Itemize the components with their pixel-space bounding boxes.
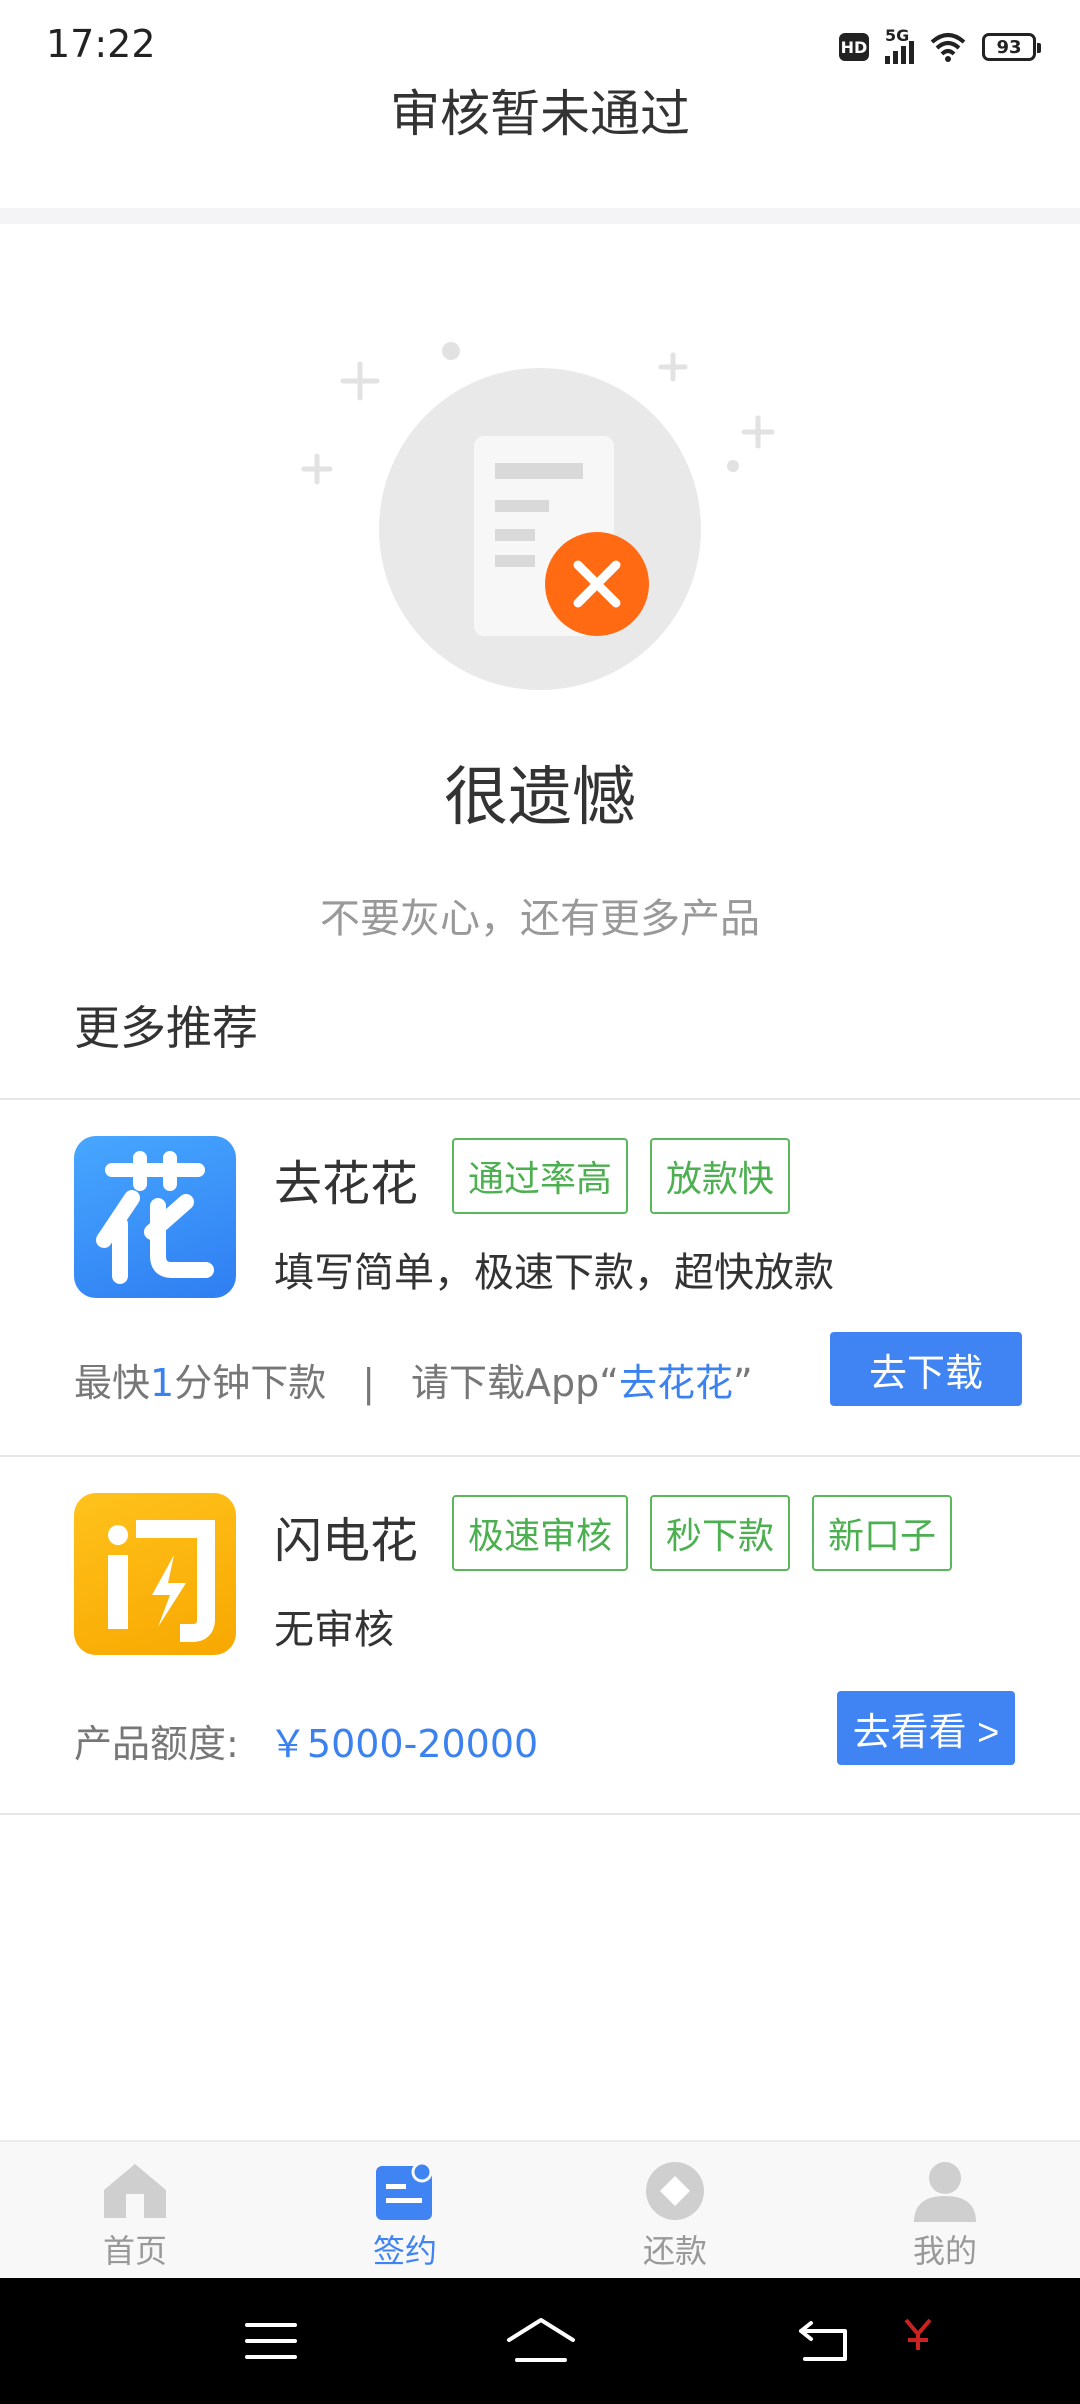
header-divider	[0, 208, 1080, 224]
meta-separator: |	[362, 1361, 376, 1405]
contract-icon	[376, 2161, 433, 2220]
product-tags: 极速审核 秒下款 新口子	[452, 1495, 953, 1571]
tab-home[interactable]: 首页	[0, 2142, 270, 2278]
tab-label: 还款	[642, 2232, 707, 2270]
product-card[interactable]: 闪电花 极速审核 秒下款 新口子 无审核 产品额度: ￥5000-20000 去…	[0, 1455, 1080, 1815]
product-description: 填写简单，极速下款，超快放款	[274, 1250, 834, 1296]
home-icon	[104, 2164, 166, 2218]
product-tag: 放款快	[650, 1138, 791, 1214]
product-meta: 产品额度: ￥5000-20000	[74, 1713, 538, 1768]
lightning-logo-icon	[108, 1520, 215, 1642]
profile-icon	[914, 2162, 976, 2222]
tab-label: 签约	[372, 2232, 437, 2270]
product-tags: 通过率高 放款快	[452, 1138, 791, 1214]
product-tag: 极速审核	[452, 1495, 629, 1571]
repay-icon	[646, 2162, 704, 2220]
tab-profile[interactable]: 我的	[810, 2142, 1080, 2278]
meta-label: 产品额度:	[74, 1722, 239, 1766]
rejected-document-illustration	[301, 342, 775, 690]
product-tag: 秒下款	[650, 1495, 791, 1571]
status-time: 17:22	[46, 22, 156, 66]
home-outline-icon	[507, 2318, 575, 2362]
wifi-icon	[930, 33, 966, 62]
section-title: 更多推荐	[74, 1001, 258, 1055]
product-name: 闪电花	[274, 1513, 419, 1569]
result-title: 很遗憾	[444, 761, 636, 835]
hua-logo-icon	[96, 1151, 214, 1284]
product-tag: 通过率高	[452, 1138, 629, 1214]
menu-icon	[245, 2323, 297, 2359]
app-logo-shandianhua	[74, 1493, 236, 1655]
product-tag: 新口子	[812, 1495, 953, 1571]
product-description: 无审核	[274, 1607, 394, 1653]
bottom-tab-bar: 首页 签约 还款 我的	[0, 2140, 1080, 2278]
meta-download-suffix: ”	[732, 1361, 753, 1405]
tab-label: 首页	[102, 2232, 167, 2270]
hd-icon: HD	[839, 33, 869, 61]
menu-nav-button[interactable]	[236, 2308, 306, 2374]
meta-amount: ￥5000-20000	[268, 1722, 539, 1766]
product-card[interactable]: 去花花 通过率高 放款快 填写简单，极速下款，超快放款 最快1分钟下款 | 请下载A…	[0, 1098, 1080, 1456]
tab-contract[interactable]: 签约	[270, 2142, 540, 2278]
signal-icon: 5G	[885, 26, 914, 64]
page-title: 审核暂未通过	[390, 85, 690, 143]
meta-download-name: 去花花	[618, 1361, 733, 1405]
home-nav-button[interactable]	[505, 2308, 577, 2374]
back-nav-button[interactable]	[790, 2308, 860, 2374]
tab-label: 我的	[912, 2232, 977, 2270]
battery-level: 93	[996, 36, 1022, 58]
status-icons: HD 5G 93	[839, 26, 1041, 64]
meta-highlight: 1	[150, 1361, 175, 1405]
meta-download-prefix: 请下载App“	[411, 1361, 619, 1405]
back-icon	[799, 2321, 847, 2361]
meta-prefix: 最快	[74, 1361, 151, 1405]
tab-repay[interactable]: 还款	[540, 2142, 810, 2278]
download-button[interactable]: 去下载	[830, 1332, 1022, 1406]
app-logo-quhuahua	[74, 1136, 236, 1298]
meta-suffix: 分钟下款	[174, 1361, 327, 1405]
system-nav-bar	[0, 2278, 1080, 2404]
network-type: 5G	[885, 26, 910, 45]
result-subtitle: 不要灰心，还有更多产品	[320, 896, 760, 942]
view-button[interactable]: 去看看 >	[837, 1691, 1015, 1765]
battery-icon: 93	[982, 33, 1041, 61]
product-name: 去花花	[274, 1156, 419, 1212]
product-meta: 最快1分钟下款 | 请下载App“去花花”	[74, 1352, 753, 1407]
watermark-logo-icon	[904, 2318, 932, 2350]
